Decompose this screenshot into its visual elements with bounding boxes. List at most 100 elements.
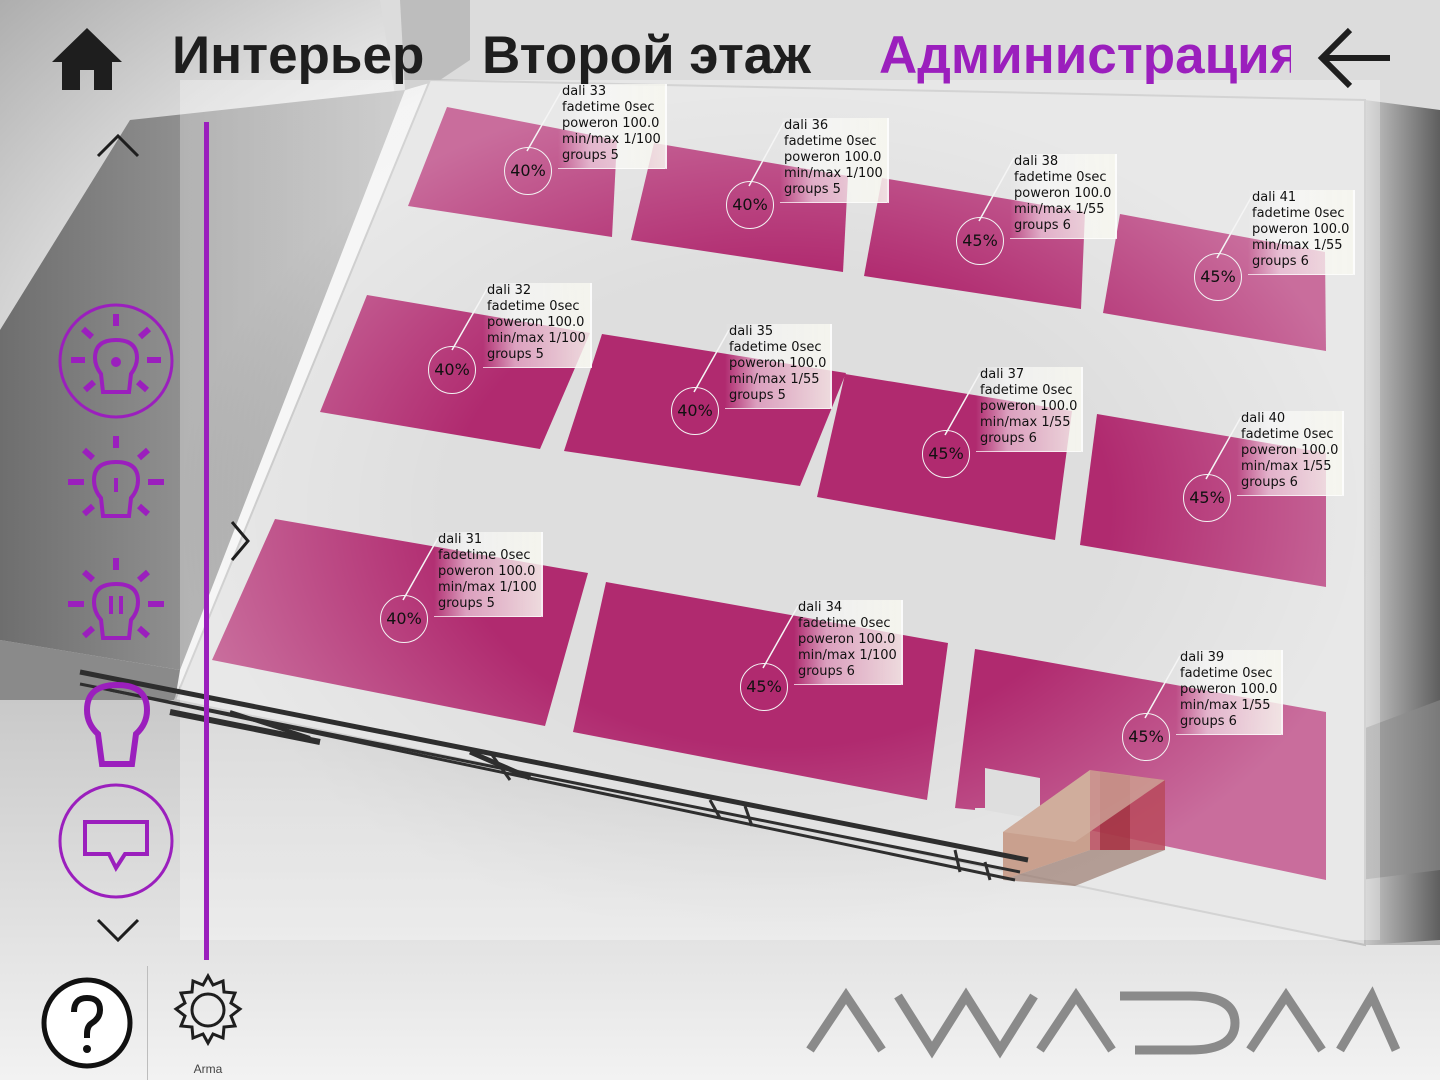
breadcrumb-administration[interactable]: Администрация xyxy=(879,24,1291,88)
device-level-button[interactable]: 45% xyxy=(1194,253,1242,301)
device-label: dali 41 fadetime 0sec poweron 100.0 min/max… xyxy=(1248,190,1356,275)
breadcrumb-interior[interactable]: Интерьер xyxy=(172,24,440,88)
device-fadetime: fadetime 0sec xyxy=(798,616,891,631)
expand-panel-button[interactable] xyxy=(226,518,252,564)
chevron-down-icon xyxy=(96,918,140,943)
device-label: dali 34 fadetime 0sec poweron 100.0 min/max… xyxy=(794,600,903,685)
device-poweron: poweron 100.0 xyxy=(784,150,882,165)
bulb-rays-circled-icon xyxy=(58,303,174,419)
home-button[interactable] xyxy=(50,24,124,92)
device-id: dali 31 xyxy=(438,532,483,547)
arrow-left-icon xyxy=(1317,27,1390,89)
question-circle-icon xyxy=(41,977,133,1069)
device-level-button[interactable]: 45% xyxy=(956,217,1004,265)
lamp-on-button[interactable] xyxy=(66,434,166,534)
device-fadetime: fadetime 0sec xyxy=(487,299,580,314)
device-minmax: min/max 1/100 xyxy=(438,580,537,595)
help-button[interactable] xyxy=(40,976,134,1070)
device-poweron: poweron 100.0 xyxy=(562,116,660,131)
device-poweron: poweron 100.0 xyxy=(729,356,827,371)
device-fadetime: fadetime 0sec xyxy=(1241,427,1334,442)
device-groups: groups 6 xyxy=(980,431,1037,446)
device-fadetime: fadetime 0sec xyxy=(784,134,877,149)
device-level-button[interactable]: 45% xyxy=(1183,474,1231,522)
device-label: dali 33 fadetime 0sec poweron 100.0 min/max… xyxy=(558,84,667,169)
device-poweron: poweron 100.0 xyxy=(980,399,1078,414)
device-minmax: min/max 1/55 xyxy=(1014,202,1105,217)
device-minmax: min/max 1/100 xyxy=(784,166,883,181)
device-groups: groups 6 xyxy=(1180,714,1237,729)
device-id: dali 37 xyxy=(980,367,1025,382)
settings-button[interactable] xyxy=(170,972,246,1048)
chevron-up-icon xyxy=(96,133,140,158)
device-id: dali 40 xyxy=(1241,411,1286,426)
device-label: dali 36 fadetime 0sec poweron 100.0 min/max… xyxy=(780,118,889,203)
bulb-rays-icon xyxy=(68,436,164,518)
messages-button[interactable] xyxy=(57,782,175,900)
device-fadetime: fadetime 0sec xyxy=(729,340,822,355)
device-minmax: min/max 1/55 xyxy=(729,372,820,387)
chevron-right-icon xyxy=(230,521,250,561)
sidebar-divider xyxy=(204,122,209,960)
bulb-outline-icon xyxy=(83,681,151,767)
back-button[interactable] xyxy=(1316,26,1392,90)
device-id: dali 39 xyxy=(1180,650,1225,665)
device-groups: groups 5 xyxy=(438,596,495,611)
device-label: dali 35 fadetime 0sec poweron 100.0 min/max… xyxy=(725,324,833,409)
device-groups: groups 5 xyxy=(562,148,619,163)
scroll-down-button[interactable] xyxy=(94,916,142,946)
device-groups: groups 6 xyxy=(1014,218,1071,233)
device-id: dali 32 xyxy=(487,283,532,298)
device-groups: groups 6 xyxy=(1241,475,1298,490)
device-fadetime: fadetime 0sec xyxy=(562,100,655,115)
device-poweron: poweron 100.0 xyxy=(1252,222,1350,237)
device-level-button[interactable]: 45% xyxy=(740,663,788,711)
device-minmax: min/max 1/55 xyxy=(1180,698,1271,713)
device-level-button[interactable]: 40% xyxy=(726,181,774,229)
device-minmax: min/max 1/100 xyxy=(562,132,661,147)
device-id: dali 41 xyxy=(1252,190,1297,205)
device-level-button[interactable]: 45% xyxy=(922,430,970,478)
breadcrumb-second-floor[interactable]: Второй этаж xyxy=(482,24,842,88)
device-fadetime: fadetime 0sec xyxy=(1180,666,1273,681)
gear-icon xyxy=(173,972,243,1047)
floor-plan-view[interactable] xyxy=(0,0,1440,1080)
lamp-pause-button[interactable] xyxy=(66,556,166,656)
device-minmax: min/max 1/55 xyxy=(1252,238,1343,253)
device-id: dali 36 xyxy=(784,118,829,133)
device-fadetime: fadetime 0sec xyxy=(1014,170,1107,185)
device-fadetime: fadetime 0sec xyxy=(980,383,1073,398)
device-level-button[interactable]: 40% xyxy=(504,147,552,195)
device-poweron: poweron 100.0 xyxy=(487,315,585,330)
scroll-up-button[interactable] xyxy=(94,130,142,160)
device-poweron: poweron 100.0 xyxy=(438,564,536,579)
chat-bubble-icon xyxy=(58,783,174,899)
device-poweron: poweron 100.0 xyxy=(1014,186,1112,201)
device-groups: groups 6 xyxy=(1252,254,1309,269)
bulb-pause-icon xyxy=(68,558,164,640)
settings-label: Arma xyxy=(193,1062,223,1076)
device-label: dali 32 fadetime 0sec poweron 100.0 min/max… xyxy=(483,283,592,368)
lamp-off-button[interactable] xyxy=(82,680,152,768)
device-fadetime: fadetime 0sec xyxy=(438,548,531,563)
device-poweron: poweron 100.0 xyxy=(798,632,896,647)
device-level-button[interactable]: 40% xyxy=(380,595,428,643)
home-icon xyxy=(52,28,122,90)
device-label: dali 31 fadetime 0sec poweron 100.0 min/max… xyxy=(434,532,543,617)
device-minmax: min/max 1/100 xyxy=(487,331,586,346)
device-fadetime: fadetime 0sec xyxy=(1252,206,1345,221)
device-groups: groups 5 xyxy=(487,347,544,362)
device-id: dali 34 xyxy=(798,600,843,615)
device-label: dali 37 fadetime 0sec poweron 100.0 min/max… xyxy=(976,367,1084,452)
device-groups: groups 6 xyxy=(798,664,855,679)
lamp-all-on-button[interactable] xyxy=(57,302,175,420)
device-label: dali 38 fadetime 0sec poweron 100.0 min/max… xyxy=(1010,154,1118,239)
device-label: dali 39 fadetime 0sec poweron 100.0 min/max… xyxy=(1176,650,1284,735)
footer-divider xyxy=(147,966,148,1080)
device-level-button[interactable]: 40% xyxy=(671,387,719,435)
device-minmax: min/max 1/55 xyxy=(1241,459,1332,474)
device-level-button[interactable]: 45% xyxy=(1122,713,1170,761)
header: Интерьер Второй этаж Администрация xyxy=(0,0,1440,100)
device-level-button[interactable]: 40% xyxy=(428,346,476,394)
device-poweron: poweron 100.0 xyxy=(1241,443,1339,458)
